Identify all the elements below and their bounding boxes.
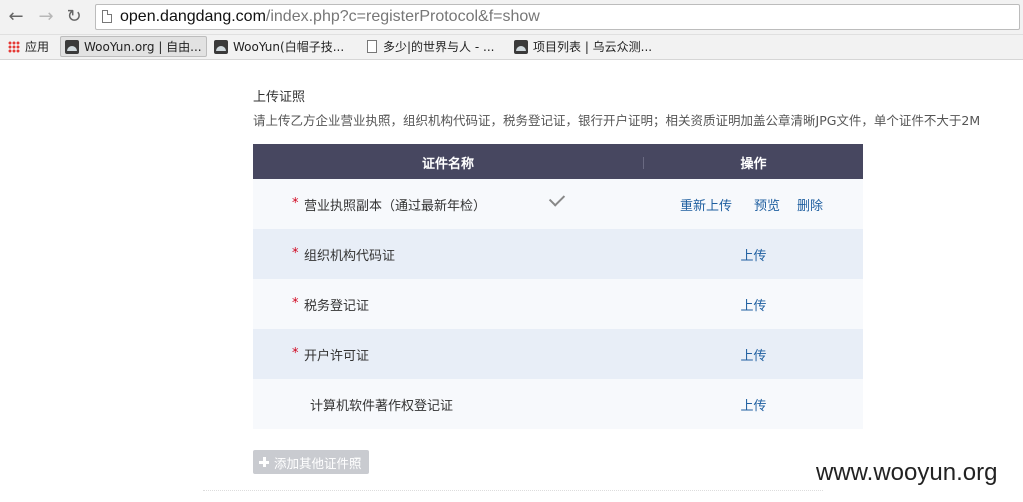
certificate-name: 营业执照副本（通过最新年检） [304,199,487,214]
upload-link[interactable]: 上传 [740,349,766,364]
plus-icon [259,457,269,467]
table-row: * 组织机构代码证 上传 [253,229,863,279]
certificate-table: 证件名称 操作 * 营业执照副本（通过最新年检） 重新上传 预览 删除 * 组织… [253,144,863,429]
watermark: www.wooyun.org [816,459,998,486]
back-arrow-icon[interactable]: ← [6,7,26,27]
bookmark-wooyun-org[interactable]: WooYun.org | 自由... [60,36,207,57]
bookmark-wooyun-whitehat[interactable]: WooYun(白帽子技... [210,36,348,57]
table-row: 计算机软件著作权登记证 上传 [253,379,863,429]
required-mark: * [292,346,299,361]
bookmarks-bar: 应用 WooYun.org | 自由... WooYun(白帽子技... 多少|… [0,35,1023,60]
wooyun-favicon-icon [514,39,528,54]
bookmark-world[interactable]: 多少|的世界与人 - ... [363,36,498,57]
required-mark: * [292,196,299,211]
row-actions: 上传 [644,295,863,314]
section-description: 请上传乙方企业营业执照，组织机构代码证，税务登记证，银行开户证明；相关资质证明加… [253,113,981,128]
table-header: 证件名称 操作 [253,144,863,179]
required-mark: * [292,246,299,261]
header-operations: 操作 [740,157,767,172]
reupload-link[interactable]: 重新上传 [680,195,732,214]
address-bar[interactable]: open.dangdang.com/index.php?c=registerPr… [95,4,1020,30]
certificate-name: 开户许可证 [304,349,370,364]
header-certificate-name: 证件名称 [421,157,474,172]
preview-link[interactable]: 预览 [754,195,780,214]
browser-toolbar: ← → ↻ open.dangdang.com/index.php?c=regi… [0,0,1023,35]
add-certificate-button[interactable]: 添加其他证件照 [253,450,369,474]
document-icon [367,40,377,53]
table-row: * 开户许可证 上传 [253,329,863,379]
wooyun-favicon-icon [65,39,79,54]
forward-arrow-icon[interactable]: → [36,7,56,27]
url-text: open.dangdang.com/index.php?c=registerPr… [120,8,540,25]
wooyun-favicon-icon [214,39,228,54]
certificate-name: 组织机构代码证 [304,249,396,264]
certificate-name: 税务登记证 [304,299,370,314]
section-title: 上传证照 [253,90,306,105]
row-actions: 上传 [644,245,863,264]
row-actions: 上传 [644,395,863,414]
upload-link[interactable]: 上传 [740,399,766,414]
reload-icon[interactable]: ↻ [64,7,84,27]
required-mark: * [292,296,299,311]
delete-link[interactable]: 删除 [797,195,823,214]
upload-link[interactable]: 上传 [740,299,766,314]
bookmark-apps[interactable]: 应用 [4,36,53,57]
apps-grid-icon [8,40,20,53]
certificate-name: 计算机软件著作权登记证 [310,399,454,414]
row-actions: 上传 [644,345,863,364]
upload-link[interactable]: 上传 [740,249,766,264]
page-icon [102,10,112,23]
bookmark-project-list[interactable]: 项目列表 | 乌云众测... [510,36,656,57]
check-icon [548,190,566,207]
table-row: * 营业执照副本（通过最新年检） 重新上传 预览 删除 [253,179,863,229]
divider [203,490,823,491]
table-row: * 税务登记证 上传 [253,279,863,329]
